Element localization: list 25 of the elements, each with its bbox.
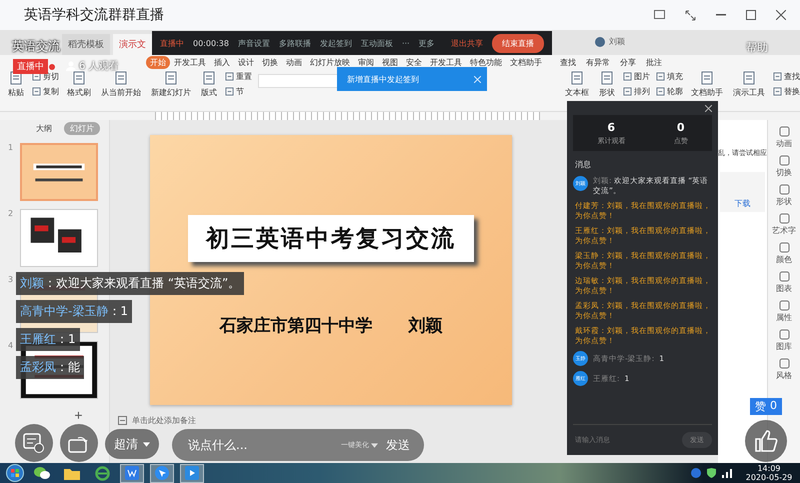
slide-subtitle: 石家庄市第四十中学: [220, 315, 372, 337]
slide-number: 2: [8, 209, 14, 218]
stream-title: 英语交流: [12, 38, 60, 55]
live-badge: 直播中: [13, 59, 48, 74]
viewer-count: 6 人观看: [79, 59, 119, 73]
window-title: 英语学科交流群群直播: [24, 6, 165, 24]
toast-text: 新增直播中发起签到: [347, 74, 419, 84]
live-status: 直播中: [160, 38, 184, 48]
stat-value: 6: [607, 120, 616, 134]
live-timer: 00:00:38: [193, 38, 229, 48]
chat-toast: 孟彩凤：能: [16, 356, 84, 379]
stat-value: 0: [676, 120, 685, 134]
slide-number: 3: [8, 275, 14, 284]
slide-author: 刘颖: [408, 315, 442, 337]
slide-title: 初三英语中考复习交流: [188, 215, 474, 262]
chat-toast: 高青中学-梁玉静：1: [16, 300, 132, 323]
slide-number: 4: [8, 341, 14, 350]
chat-toast: 刘颖：欢迎大家来观看直播 “英语交流”。: [16, 272, 244, 295]
likes-count: 0: [770, 399, 777, 414]
likes-label: 赞: [755, 399, 766, 414]
chat-toast: 王雁红：1: [16, 328, 80, 351]
clock-date: 2020-05-29: [746, 473, 792, 482]
clock-time: 14:09: [757, 464, 781, 473]
slide-number: 1: [8, 143, 14, 152]
messages-heading: 消息: [575, 159, 592, 170]
